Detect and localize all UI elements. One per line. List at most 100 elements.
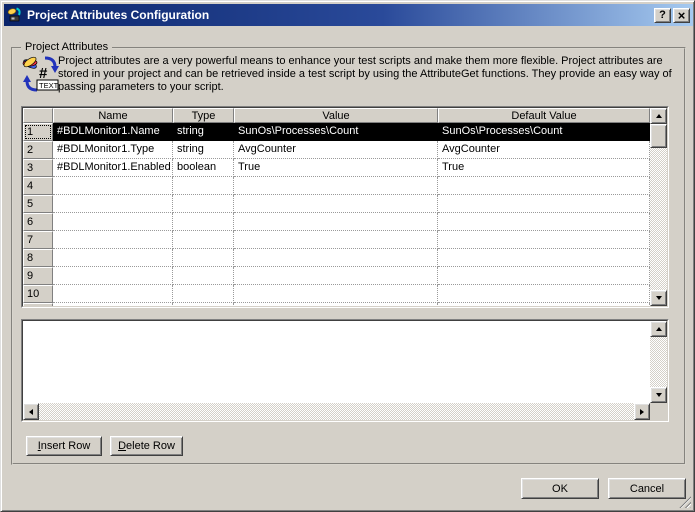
cell-value[interactable]: [234, 249, 438, 267]
arrow-down-icon: [656, 393, 662, 397]
table-row[interactable]: 4: [23, 177, 650, 195]
cell-name[interactable]: [53, 267, 173, 285]
table-row[interactable]: 2 #BDLMonitor1.Type string AvgCounter Av…: [23, 141, 650, 159]
cell-name[interactable]: [53, 213, 173, 231]
cell-type[interactable]: [173, 249, 234, 267]
row-number[interactable]: 8: [23, 249, 53, 267]
groupbox-title: Project Attributes: [21, 41, 112, 53]
row-number[interactable]: [23, 303, 53, 306]
scroll-left-button[interactable]: [23, 403, 39, 420]
grid-body: 1 #BDLMonitor1.Name string SunOs\Process…: [23, 123, 650, 306]
header-default-value: Default Value: [438, 108, 650, 123]
table-row[interactable]: 9: [23, 267, 650, 285]
cell-value[interactable]: True: [234, 159, 438, 177]
project-attributes-dialog: Project Attributes Configuration ? × Pro…: [0, 0, 695, 512]
row-focus-rect: [25, 125, 51, 139]
row-number[interactable]: 2: [23, 141, 53, 159]
close-button[interactable]: ×: [673, 8, 690, 23]
table-row[interactable]: 7: [23, 231, 650, 249]
row-number[interactable]: 6: [23, 213, 53, 231]
table-row[interactable]: 5: [23, 195, 650, 213]
table-row[interactable]: [23, 303, 650, 306]
cell-value[interactable]: [234, 231, 438, 249]
cell-default-value[interactable]: [438, 195, 650, 213]
cell-default-value[interactable]: AvgCounter: [438, 141, 650, 159]
ok-button[interactable]: OK: [521, 478, 599, 499]
cell-value[interactable]: [234, 195, 438, 213]
cell-type[interactable]: [173, 267, 234, 285]
cell-value[interactable]: [234, 285, 438, 303]
row-number[interactable]: 10: [23, 285, 53, 303]
cell-name[interactable]: [53, 249, 173, 267]
attributes-grid: Name Type Value Default Value 1 #BDLMoni…: [21, 106, 669, 308]
table-row[interactable]: 1 #BDLMonitor1.Name string SunOs\Process…: [23, 123, 650, 141]
arrow-up-icon: [656, 114, 662, 118]
cell-value[interactable]: SunOs\Processes\Count: [234, 123, 438, 141]
cell-default-value[interactable]: [438, 303, 650, 306]
cell-type[interactable]: [173, 177, 234, 195]
table-row[interactable]: 10: [23, 285, 650, 303]
row-number[interactable]: 3: [23, 159, 53, 177]
grid-vertical-scrollbar[interactable]: [650, 108, 667, 306]
row-number[interactable]: 9: [23, 267, 53, 285]
cell-type[interactable]: [173, 285, 234, 303]
scroll-down-button[interactable]: [650, 387, 667, 403]
cell-default-value[interactable]: SunOs\Processes\Count: [438, 123, 650, 141]
cell-name[interactable]: #BDLMonitor1.Type: [53, 141, 173, 159]
table-row[interactable]: 6: [23, 213, 650, 231]
cell-default-value[interactable]: [438, 249, 650, 267]
memo-text-area[interactable]: [23, 321, 650, 403]
cell-default-value[interactable]: [438, 285, 650, 303]
scroll-right-button[interactable]: [634, 403, 650, 420]
cell-name[interactable]: [53, 195, 173, 213]
cell-type[interactable]: [173, 195, 234, 213]
row-number[interactable]: 1: [23, 123, 53, 141]
scroll-up-button[interactable]: [650, 321, 667, 337]
cell-name[interactable]: #BDLMonitor1.Enabled: [53, 159, 173, 177]
scrollbar-track[interactable]: [650, 148, 667, 290]
cell-type[interactable]: [173, 213, 234, 231]
app-icon: [7, 7, 23, 23]
cell-name[interactable]: [53, 303, 173, 306]
delete-row-button[interactable]: Delete Row: [110, 436, 183, 456]
scrollbar-track[interactable]: [39, 403, 634, 420]
cell-name[interactable]: [53, 177, 173, 195]
table-row[interactable]: 8: [23, 249, 650, 267]
scrollbar-thumb[interactable]: [650, 124, 667, 148]
cell-type[interactable]: string: [173, 141, 234, 159]
scroll-up-button[interactable]: [650, 108, 667, 124]
cell-type[interactable]: [173, 231, 234, 249]
cell-value[interactable]: AvgCounter: [234, 141, 438, 159]
insert-row-button[interactable]: Insert Row: [26, 436, 102, 456]
help-button[interactable]: ?: [654, 8, 671, 23]
cell-value[interactable]: [234, 303, 438, 306]
row-number[interactable]: 5: [23, 195, 53, 213]
cell-default-value[interactable]: [438, 231, 650, 249]
cell-type[interactable]: string: [173, 123, 234, 141]
table-row[interactable]: 3 #BDLMonitor1.Enabled boolean True True: [23, 159, 650, 177]
row-number[interactable]: 4: [23, 177, 53, 195]
cell-value[interactable]: [234, 213, 438, 231]
memo-horizontal-scrollbar[interactable]: [23, 403, 667, 420]
cell-name[interactable]: [53, 285, 173, 303]
scroll-down-button[interactable]: [650, 290, 667, 306]
cell-type[interactable]: [173, 303, 234, 306]
arrow-down-icon: [656, 296, 662, 300]
cell-type[interactable]: boolean: [173, 159, 234, 177]
memo-vertical-scrollbar[interactable]: [650, 321, 667, 403]
row-number[interactable]: 7: [23, 231, 53, 249]
cancel-button[interactable]: Cancel: [608, 478, 686, 499]
cell-value[interactable]: [234, 267, 438, 285]
attributes-icon: # TEXT: [22, 55, 60, 96]
cell-name[interactable]: [53, 231, 173, 249]
attribute-memo-box: [21, 319, 669, 422]
cell-default-value[interactable]: True: [438, 159, 650, 177]
cell-default-value[interactable]: [438, 267, 650, 285]
grid-header-row: Name Type Value Default Value: [23, 108, 650, 123]
title-bar: Project Attributes Configuration ? ×: [4, 4, 693, 26]
cell-value[interactable]: [234, 177, 438, 195]
cell-default-value[interactable]: [438, 177, 650, 195]
cell-default-value[interactable]: [438, 213, 650, 231]
scrollbar-track[interactable]: [650, 337, 667, 387]
cell-name[interactable]: #BDLMonitor1.Name: [53, 123, 173, 141]
